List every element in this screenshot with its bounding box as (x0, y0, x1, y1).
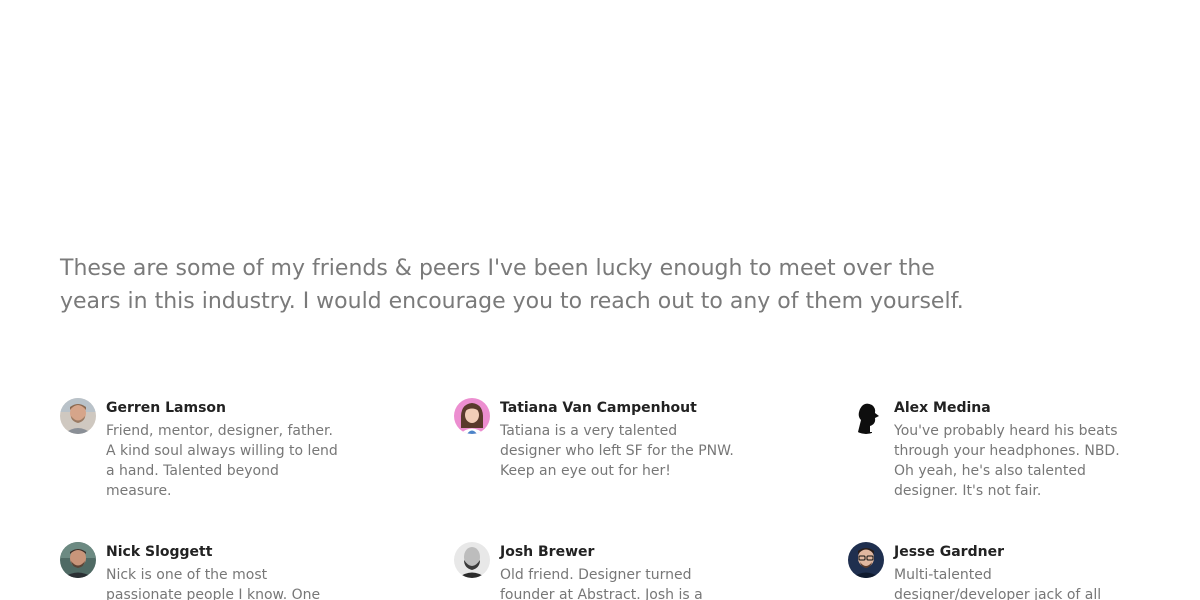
person-description: You've probably heard his beats through … (894, 423, 1120, 499)
person-name: Alex Medina (894, 400, 991, 416)
person-name: Tatiana Van Campenhout (500, 400, 697, 416)
person-description: Friend, mentor, designer, father. A kind… (106, 423, 338, 499)
person-name: Jesse Gardner (894, 544, 1004, 560)
friends-page: These are some of my friends & peers I'v… (0, 0, 1200, 600)
josh-brewer-avatar[interactable] (454, 542, 490, 578)
person-name: Nick Sloggett (106, 544, 213, 560)
alex-medina-avatar[interactable] (848, 398, 884, 434)
intro-paragraph: These are some of my friends & peers I'v… (60, 256, 964, 314)
person-description: Tatiana is a very talented designer who … (500, 423, 734, 479)
person-name: Josh Brewer (500, 544, 595, 560)
person-description: Multi-talented designer/developer jack o… (894, 567, 1102, 600)
person-name: Gerren Lamson (106, 400, 227, 416)
jesse-gardner-avatar[interactable] (848, 542, 884, 578)
tatiana-van-campenhout-avatar[interactable] (454, 398, 490, 434)
nick-sloggett-avatar[interactable] (60, 542, 96, 578)
gerren-lamson-avatar[interactable] (60, 398, 96, 434)
person-description: Old friend. Designer turned founder at A… (500, 567, 703, 600)
person-description: Nick is one of the most passionate peopl… (106, 567, 321, 600)
